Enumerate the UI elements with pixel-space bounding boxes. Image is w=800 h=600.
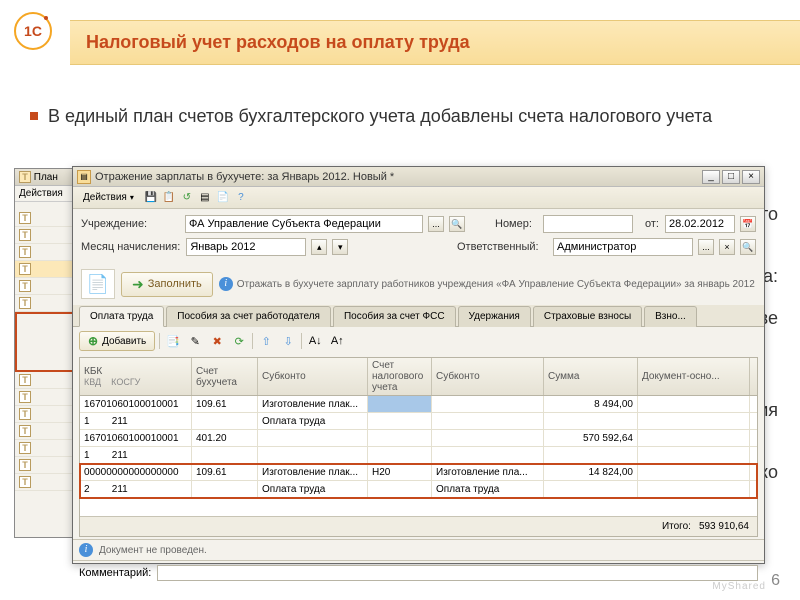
back-window-title: T План: [15, 169, 73, 186]
back-window-menu[interactable]: Действия: [15, 186, 73, 202]
window-plan-accounts: T План Действия T T T T T T T T T T T T …: [14, 168, 74, 538]
slide-title: Налоговый учет расходов на оплату труда: [86, 32, 470, 53]
document-icon: 📄: [81, 269, 115, 299]
fill-button[interactable]: ➜Заполнить: [121, 272, 213, 297]
tab-vzno-more[interactable]: Взно...: [644, 306, 697, 327]
toolbar-down-icon[interactable]: ⇩: [279, 332, 297, 350]
fill-info: i Отражать в бухучете зарплату работнико…: [219, 277, 755, 291]
minimize-button[interactable]: _: [702, 170, 720, 184]
total-row: Итого: 593 910,64: [80, 516, 757, 536]
toolbar-icon-list[interactable]: ▤: [198, 191, 212, 205]
date-picker-button[interactable]: 📅: [740, 216, 756, 232]
toolbar-icon-save[interactable]: 💾: [144, 191, 158, 205]
comment-label: Комментарий:: [79, 567, 151, 579]
actions-menu[interactable]: Действия▾: [77, 190, 140, 205]
month-label: Месяц начисления:: [81, 241, 180, 253]
page-number: 6: [771, 572, 780, 590]
selected-cell[interactable]: [368, 396, 432, 412]
toolbar-up-icon[interactable]: ⇧: [257, 332, 275, 350]
toolbar-pencil-icon[interactable]: ✎: [186, 332, 204, 350]
month-next-button[interactable]: ▾: [332, 239, 348, 255]
close-button[interactable]: ×: [742, 170, 760, 184]
grid-body: 16701060100010001 109.61 Изготовление пл…: [80, 396, 757, 516]
bullet-marker: [30, 112, 38, 120]
num-input[interactable]: [543, 215, 633, 233]
org-label: Учреждение:: [81, 218, 179, 230]
month-prev-button[interactable]: ▴: [311, 239, 327, 255]
info-icon: i: [219, 277, 233, 291]
toolbar: Действия▾ 💾 📋 ↺ ▤ 📄 ?: [73, 187, 764, 209]
window-salary-reflection: ▤ Отражение зарплаты в бухучете: за Янва…: [72, 166, 765, 564]
resp-open-button[interactable]: 🔍: [740, 239, 756, 255]
col-document[interactable]: Документ-осно...: [638, 358, 750, 395]
form-header: Учреждение: ФА Управление Субъекта Федер…: [73, 209, 764, 265]
tab-strah-vznosy[interactable]: Страховые взносы: [533, 306, 642, 327]
resp-input[interactable]: Администратор: [553, 238, 693, 256]
toolbar-edit-icon[interactable]: 📑: [164, 332, 182, 350]
org-input[interactable]: ФА Управление Субъекта Федерации: [185, 215, 423, 233]
total-label: Итого:: [662, 521, 691, 532]
resp-label: Ответственный:: [457, 241, 547, 253]
org-select-button[interactable]: ...: [428, 216, 444, 232]
tab-oplata-truda[interactable]: Оплата труда: [79, 306, 164, 327]
col-schet-nalog[interactable]: Счет налогового учета: [368, 358, 432, 395]
window-title: Отражение зарплаты в бухучете: за Январь…: [95, 171, 702, 183]
table-row[interactable]: 16701060100010001 401.20 570 592,64 1 21…: [80, 430, 757, 464]
toolbar-sort-asc-icon[interactable]: A↓: [306, 332, 324, 350]
total-value: 593 910,64: [699, 521, 749, 532]
col-subkonto1[interactable]: Субконто: [258, 358, 368, 395]
tabs: Оплата труда Пособия за счет работодател…: [73, 305, 764, 327]
resp-clear-button[interactable]: ×: [719, 239, 735, 255]
tab-uderzhaniya[interactable]: Удержания: [458, 306, 531, 327]
grid: КБК КВД КОСГУ Счет бухучета Субконто Сче…: [79, 357, 758, 537]
toolbar-icon-preview[interactable]: 📄: [216, 191, 230, 205]
toolbar-icon-copy[interactable]: 📋: [162, 191, 176, 205]
tab-posobiya-rabotodatel[interactable]: Пособия за счет работодателя: [166, 306, 331, 327]
comment-row: Комментарий:: [73, 560, 764, 585]
titlebar[interactable]: ▤ Отражение зарплаты в бухучете: за Янва…: [73, 167, 764, 187]
toolbar-icon-arrow[interactable]: ↺: [180, 191, 194, 205]
from-label: от:: [639, 218, 659, 230]
watermark: MyShared: [712, 581, 766, 592]
grid-header: КБК КВД КОСГУ Счет бухучета Субконто Сче…: [80, 358, 757, 396]
col-subkonto2[interactable]: Субконто: [432, 358, 544, 395]
tab-posobiya-fss[interactable]: Пособия за счет ФСС: [333, 306, 456, 327]
title-band: Налоговый учет расходов на оплату труда: [70, 20, 800, 65]
info-icon: i: [79, 543, 93, 557]
toolbar-delete-icon[interactable]: ✖: [208, 332, 226, 350]
col-schet[interactable]: Счет бухучета: [192, 358, 258, 395]
date-input[interactable]: 28.02.2012: [665, 215, 735, 233]
comment-input[interactable]: [157, 565, 758, 581]
maximize-button[interactable]: □: [722, 170, 740, 184]
fill-row: 📄 ➜Заполнить i Отражать в бухучете зарпл…: [73, 265, 764, 305]
tab-toolbar: ⊕Добавить 📑 ✎ ✖ ⟳ ⇧ ⇩ A↓ A↑: [73, 327, 764, 355]
table-row[interactable]: 16701060100010001 109.61 Изготовление пл…: [80, 396, 757, 430]
bullet-text-1: В единый план счетов бухгалтерского учет…: [48, 105, 712, 128]
window-icon: ▤: [77, 170, 91, 184]
status-bar: i Документ не проведен.: [73, 539, 764, 560]
col-summa[interactable]: Сумма: [544, 358, 638, 395]
toolbar-sort-desc-icon[interactable]: A↑: [328, 332, 346, 350]
logo-1c: [14, 12, 58, 56]
toolbar-refresh-icon[interactable]: ⟳: [230, 332, 248, 350]
col-kbk[interactable]: КБК КВД КОСГУ: [80, 358, 192, 395]
toolbar-icon-help[interactable]: ?: [234, 191, 248, 205]
add-button[interactable]: ⊕Добавить: [79, 331, 155, 351]
org-open-button[interactable]: 🔍: [449, 216, 465, 232]
status-text: Документ не проведен.: [99, 545, 207, 556]
resp-select-button[interactable]: ...: [698, 239, 714, 255]
table-row-highlighted[interactable]: 00000000000000000 109.61 Изготовление пл…: [80, 464, 757, 498]
bullet-area: В единый план счетов бухгалтерского учет…: [30, 105, 780, 134]
num-label: Номер:: [495, 218, 537, 230]
month-input[interactable]: Январь 2012: [186, 238, 306, 256]
